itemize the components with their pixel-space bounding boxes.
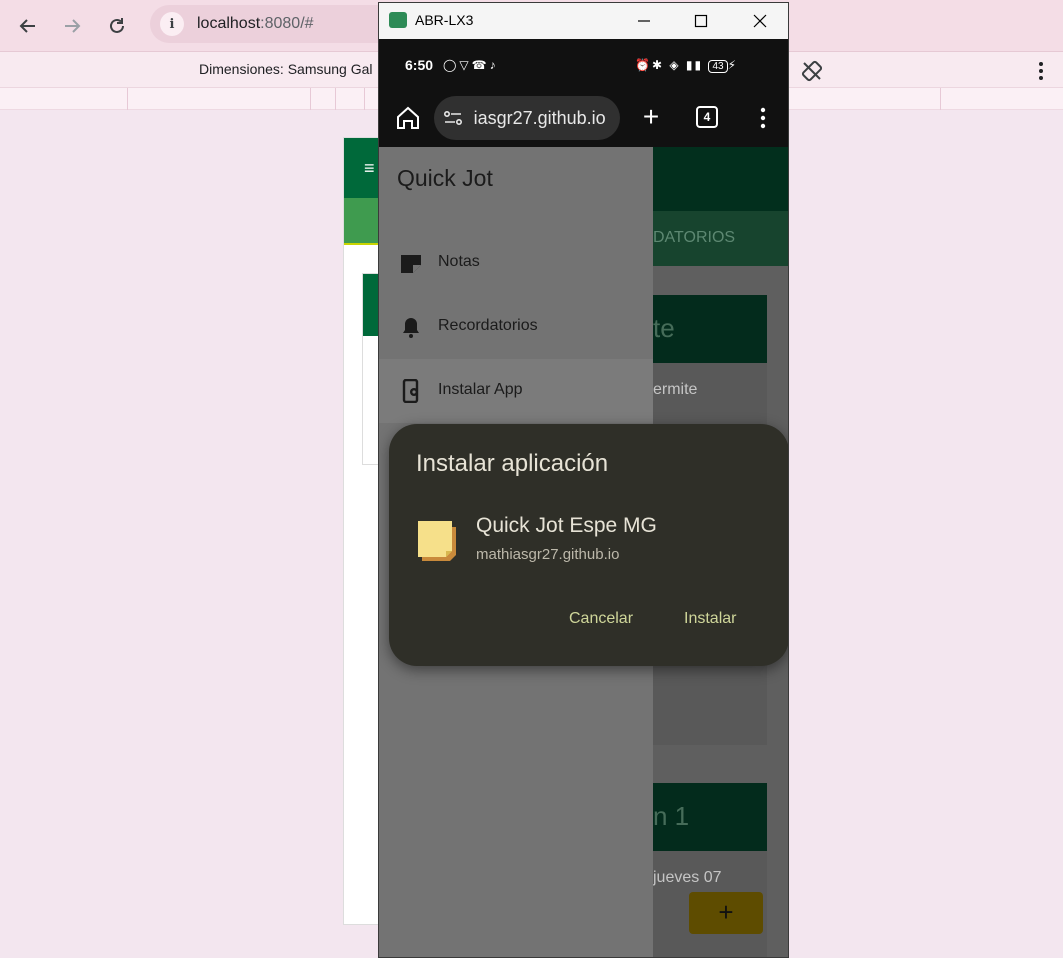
site-info-icon[interactable]: i — [160, 12, 184, 36]
cancel-button[interactable]: Cancelar — [569, 610, 633, 628]
app-tabs: DATORIOS — [653, 211, 788, 266]
minimize-icon — [638, 20, 650, 22]
reminder-card-date: jueves 07 — [653, 869, 722, 886]
drawer-item-label: Recordatorios — [438, 317, 538, 334]
menu-icon: ≡ — [364, 158, 375, 178]
status-time: 6:50 — [405, 57, 434, 73]
install-button[interactable]: Instalar — [684, 610, 736, 628]
reload-icon — [110, 18, 124, 33]
reminder-card-title: n 1 — [653, 801, 690, 831]
address-bar-url: localhost:8080/# — [197, 15, 314, 32]
install-app-icon — [402, 379, 419, 403]
note-icon — [401, 255, 421, 273]
plus-icon: + — [642, 101, 660, 132]
mobile-chrome-toolbar: iasgr27.github.io + 4 — [379, 91, 788, 147]
page-info-icon[interactable] — [444, 110, 462, 126]
reload-button[interactable] — [101, 10, 133, 42]
drawer-item-recordatorios[interactable]: Recordatorios — [379, 295, 653, 359]
maximize-icon — [694, 14, 708, 28]
app-name: Quick Jot Espe MG — [476, 514, 657, 537]
mobile-address-bar[interactable]: iasgr27.github.io — [434, 96, 620, 140]
app-origin: mathiasgr27.github.io — [476, 546, 620, 563]
tab-recordatorios: DATORIOS — [653, 229, 736, 246]
drawer-item-label: Notas — [438, 253, 480, 270]
install-app-dialog: Instalar aplicación Quick Jot Espe MG ma… — [389, 424, 788, 666]
app-header — [653, 147, 788, 211]
forward-button[interactable] — [56, 10, 88, 42]
close-window-button[interactable] — [745, 7, 775, 35]
home-button[interactable] — [393, 103, 423, 133]
drawer-item-notas[interactable]: Notas — [379, 231, 653, 295]
dialog-title: Instalar aplicación — [416, 450, 609, 477]
note-card-text: ermite — [653, 381, 698, 398]
home-icon — [397, 106, 419, 129]
android-app-icon — [389, 12, 407, 28]
more-vert-icon — [760, 107, 766, 129]
phone-mirror-window: ABR-LX3 6:50 ◯▽☎♪ ⏰✱ ◈ ▮▮ 43 ⚡ iasgr27.gi… — [378, 2, 789, 958]
back-button[interactable] — [12, 10, 44, 42]
rotate-device-icon — [801, 60, 823, 82]
chrome-menu-button[interactable] — [753, 105, 773, 131]
window-titlebar: ABR-LX3 — [379, 3, 788, 39]
system-status-icons: ⏰✱ ◈ ▮▮ 43 ⚡ — [635, 58, 738, 73]
arrow-left-icon — [19, 19, 35, 33]
note-card-title: te — [653, 313, 675, 343]
device-dimensions-label[interactable]: Dimensiones: Samsung Gal — [199, 61, 373, 77]
mobile-url-text: iasgr27.github.io — [470, 108, 606, 128]
new-tab-button[interactable]: + — [637, 103, 665, 131]
address-bar[interactable]: i localhost:8080/# — [150, 5, 410, 43]
window-title: ABR-LX3 — [415, 12, 474, 28]
devtools-more-button[interactable] — [1030, 56, 1052, 86]
drawer-item-instalar-app[interactable]: Instalar App — [379, 359, 653, 423]
add-fab-button[interactable]: + — [689, 892, 763, 934]
bell-icon — [403, 318, 419, 338]
maximize-button[interactable] — [686, 7, 716, 35]
android-status-bar: 6:50 ◯▽☎♪ ⏰✱ ◈ ▮▮ 43 ⚡ — [379, 39, 788, 91]
notification-icons: ◯▽☎♪ — [443, 58, 499, 72]
more-vert-icon — [1039, 62, 1043, 80]
rotate-button[interactable] — [797, 56, 827, 86]
drawer-item-label: Instalar App — [438, 381, 523, 398]
drawer-title: Quick Jot — [397, 165, 493, 191]
close-icon — [753, 14, 767, 28]
arrow-right-icon — [65, 19, 81, 33]
tab-switcher-button[interactable]: 4 — [696, 106, 718, 128]
minimize-button[interactable] — [629, 7, 659, 35]
battery-icon: 43 — [708, 60, 728, 73]
sticky-note-app-icon — [418, 521, 456, 561]
